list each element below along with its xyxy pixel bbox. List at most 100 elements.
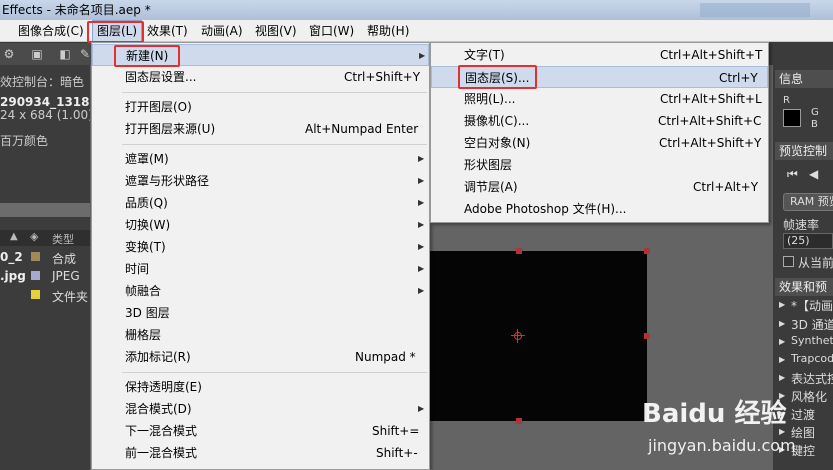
highlight-layer-menu bbox=[87, 21, 144, 43]
menu-item-open-layer-source[interactable]: 打开图层来源(U) Alt+Numpad Enter bbox=[92, 118, 429, 140]
ram-preview-button[interactable]: RAM 预览 bbox=[783, 193, 833, 211]
expand-arrow-icon[interactable]: ▶ bbox=[779, 300, 785, 309]
search-strip[interactable] bbox=[0, 203, 90, 217]
frame-rate-label: 帧速率 bbox=[783, 218, 820, 232]
type-column-header[interactable]: 类型 bbox=[52, 231, 74, 247]
preview-panel-header[interactable]: 预览控制 bbox=[775, 142, 833, 160]
transform-handle[interactable] bbox=[644, 333, 650, 339]
effects-item[interactable]: Trapcod bbox=[791, 352, 833, 365]
effects-item[interactable]: Syntheti bbox=[791, 334, 833, 347]
item-name: .jpg bbox=[0, 269, 26, 283]
submenu-item-shape-layer[interactable]: 形状图层 bbox=[431, 154, 768, 176]
list-item[interactable]: 文件夹 bbox=[0, 286, 90, 304]
previous-frame-icon[interactable]: ◀ bbox=[809, 167, 818, 181]
footage-dimensions: 24 x 684 (1.00) bbox=[0, 108, 93, 122]
menu-effect[interactable]: 效果(T) bbox=[143, 20, 192, 42]
menu-window[interactable]: 窗口(W) bbox=[305, 20, 358, 42]
submenu-arrow-icon: ▶ bbox=[418, 264, 425, 273]
shape-tool-icon[interactable]: ◧ bbox=[58, 47, 72, 61]
effect-controls-tab[interactable]: 效控制台：暗色 bbox=[0, 73, 84, 90]
info-g: G bbox=[811, 107, 819, 118]
label-tag-icon[interactable]: ◈ bbox=[30, 230, 38, 243]
highlight-new-item bbox=[114, 45, 180, 67]
transform-handle[interactable] bbox=[516, 418, 522, 424]
effects-item[interactable]: 3D 通道 bbox=[791, 316, 833, 333]
menu-item-solid-settings[interactable]: 固态层设置... Ctrl+Shift+Y bbox=[92, 66, 429, 88]
tool-bar: ⚙ ▣ ◧ ✎ bbox=[0, 43, 95, 65]
watermark-site: jingyan.baidu.com bbox=[648, 436, 796, 455]
menu-help[interactable]: 帮助(H) bbox=[363, 20, 413, 42]
item-type: 合成 bbox=[52, 252, 77, 266]
baidu-logo: Baidu 经验 bbox=[642, 399, 787, 429]
submenu-item-null-object[interactable]: 空白对象(N) Ctrl+Alt+Shift+Y bbox=[431, 132, 768, 154]
submenu-item-light[interactable]: 照明(L)... Ctrl+Alt+Shift+L bbox=[431, 88, 768, 110]
submenu-item-text[interactable]: 文字(T) Ctrl+Alt+Shift+T bbox=[431, 44, 768, 66]
menu-item-switches[interactable]: 切换(W) ▶ bbox=[92, 214, 429, 236]
info-b: B bbox=[811, 119, 818, 130]
menu-item-time[interactable]: 时间 ▶ bbox=[92, 258, 429, 280]
menu-item-blend-mode[interactable]: 混合模式(D) ▶ bbox=[92, 398, 429, 420]
title-bar-blur bbox=[700, 3, 810, 17]
effects-item[interactable]: *【动画 bbox=[791, 297, 833, 314]
camera-tool-icon[interactable]: ▣ bbox=[30, 47, 44, 61]
menu-item-next-blend-mode[interactable]: 下一混合模式 Shift+= bbox=[92, 420, 429, 442]
submenu-arrow-icon: ▶ bbox=[418, 176, 425, 185]
menu-composition[interactable]: 图像合成(C) bbox=[14, 20, 88, 42]
layer-menu: 新建(N) ▶ 固态层设置... Ctrl+Shift+Y 打开图层(O) 打开… bbox=[91, 42, 430, 470]
project-list-header: ▲ ◈ 类型 bbox=[0, 230, 90, 246]
item-name: 0_2 bbox=[0, 250, 23, 264]
baidu-watermark: Baidu 经验 jingyan.baidu.com bbox=[642, 393, 832, 470]
menu-item-frame-blend[interactable]: 帧融合 ▶ bbox=[92, 280, 429, 302]
menu-view[interactable]: 视图(V) bbox=[251, 20, 301, 42]
item-type: JPEG bbox=[52, 269, 80, 283]
pen-tool-icon[interactable]: ✎ bbox=[78, 47, 92, 61]
label-color-swatch bbox=[31, 271, 40, 280]
menu-item-previous-blend-mode[interactable]: 前一混合模式 Shift+- bbox=[92, 442, 429, 464]
frame-rate-select[interactable]: (25) bbox=[783, 233, 833, 249]
menu-item-open-layer[interactable]: 打开图层(O) bbox=[92, 96, 429, 118]
menu-item-add-marker[interactable]: 添加标记(R) Numpad * bbox=[92, 346, 429, 368]
list-item[interactable]: 0_2 合成 bbox=[0, 248, 90, 266]
transform-handle[interactable] bbox=[516, 248, 522, 254]
solid-layer-preview[interactable] bbox=[428, 251, 647, 421]
first-frame-icon[interactable]: ⏮ bbox=[787, 167, 798, 182]
from-current-label: 从当前 bbox=[798, 256, 833, 270]
menu-item-quality[interactable]: 品质(Q) ▶ bbox=[92, 192, 429, 214]
submenu-arrow-icon: ▶ bbox=[418, 154, 425, 163]
submenu-arrow-icon: ▶ bbox=[419, 51, 426, 60]
menu-item-mask-shape-path[interactable]: 遮罩与形状路径 ▶ bbox=[92, 170, 429, 192]
menu-item-transform[interactable]: 变换(T) ▶ bbox=[92, 236, 429, 258]
menu-item-3d-layer[interactable]: 3D 图层 bbox=[92, 302, 429, 324]
submenu-item-adjustment-layer[interactable]: 调节层(A) Ctrl+Alt+Y bbox=[431, 176, 768, 198]
list-item[interactable]: .jpg JPEG bbox=[0, 267, 90, 285]
info-color-swatch bbox=[783, 109, 801, 127]
menu-item-preserve-transparency[interactable]: 保持透明度(E) bbox=[92, 376, 429, 398]
effects-presets-header[interactable]: 效果和预 bbox=[775, 278, 833, 296]
submenu-arrow-icon: ▶ bbox=[418, 198, 425, 207]
sort-arrow-icon[interactable]: ▲ bbox=[10, 231, 18, 242]
effects-item[interactable]: 表达式控 bbox=[791, 370, 833, 387]
info-panel-header[interactable]: 信息 bbox=[775, 70, 833, 88]
info-r: R bbox=[783, 95, 790, 106]
expand-arrow-icon[interactable]: ▶ bbox=[779, 373, 785, 382]
item-type: 文件夹 bbox=[52, 290, 89, 304]
expand-arrow-icon[interactable]: ▶ bbox=[779, 319, 785, 328]
window-title: Effects - 未命名项目.aep * bbox=[2, 3, 151, 17]
submenu-item-photoshop-file[interactable]: Adobe Photoshop 文件(H)... bbox=[431, 198, 768, 220]
transform-handle[interactable] bbox=[644, 248, 650, 254]
submenu-arrow-icon: ▶ bbox=[418, 220, 425, 229]
footage-colors: 百万颜色 bbox=[0, 134, 49, 148]
label-color-swatch bbox=[31, 252, 40, 261]
menu-animation[interactable]: 动画(A) bbox=[197, 20, 247, 42]
from-current-checkbox[interactable] bbox=[783, 256, 794, 267]
label-color-swatch bbox=[31, 290, 40, 299]
project-panel: 效控制台：暗色 290934_131845 24 x 684 (1.00) 百万… bbox=[0, 65, 106, 470]
expand-arrow-icon[interactable]: ▶ bbox=[779, 337, 785, 346]
submenu-arrow-icon: ▶ bbox=[418, 242, 425, 251]
menu-item-mask[interactable]: 遮罩(M) ▶ bbox=[92, 148, 429, 170]
submenu-item-camera[interactable]: 摄像机(C)... Ctrl+Alt+Shift+C bbox=[431, 110, 768, 132]
menu-item-rasterize[interactable]: 栅格层 bbox=[92, 324, 429, 346]
tool-selection-icon[interactable]: ⚙ bbox=[2, 47, 16, 61]
anchor-point-icon[interactable] bbox=[511, 329, 525, 343]
expand-arrow-icon[interactable]: ▶ bbox=[779, 355, 785, 364]
